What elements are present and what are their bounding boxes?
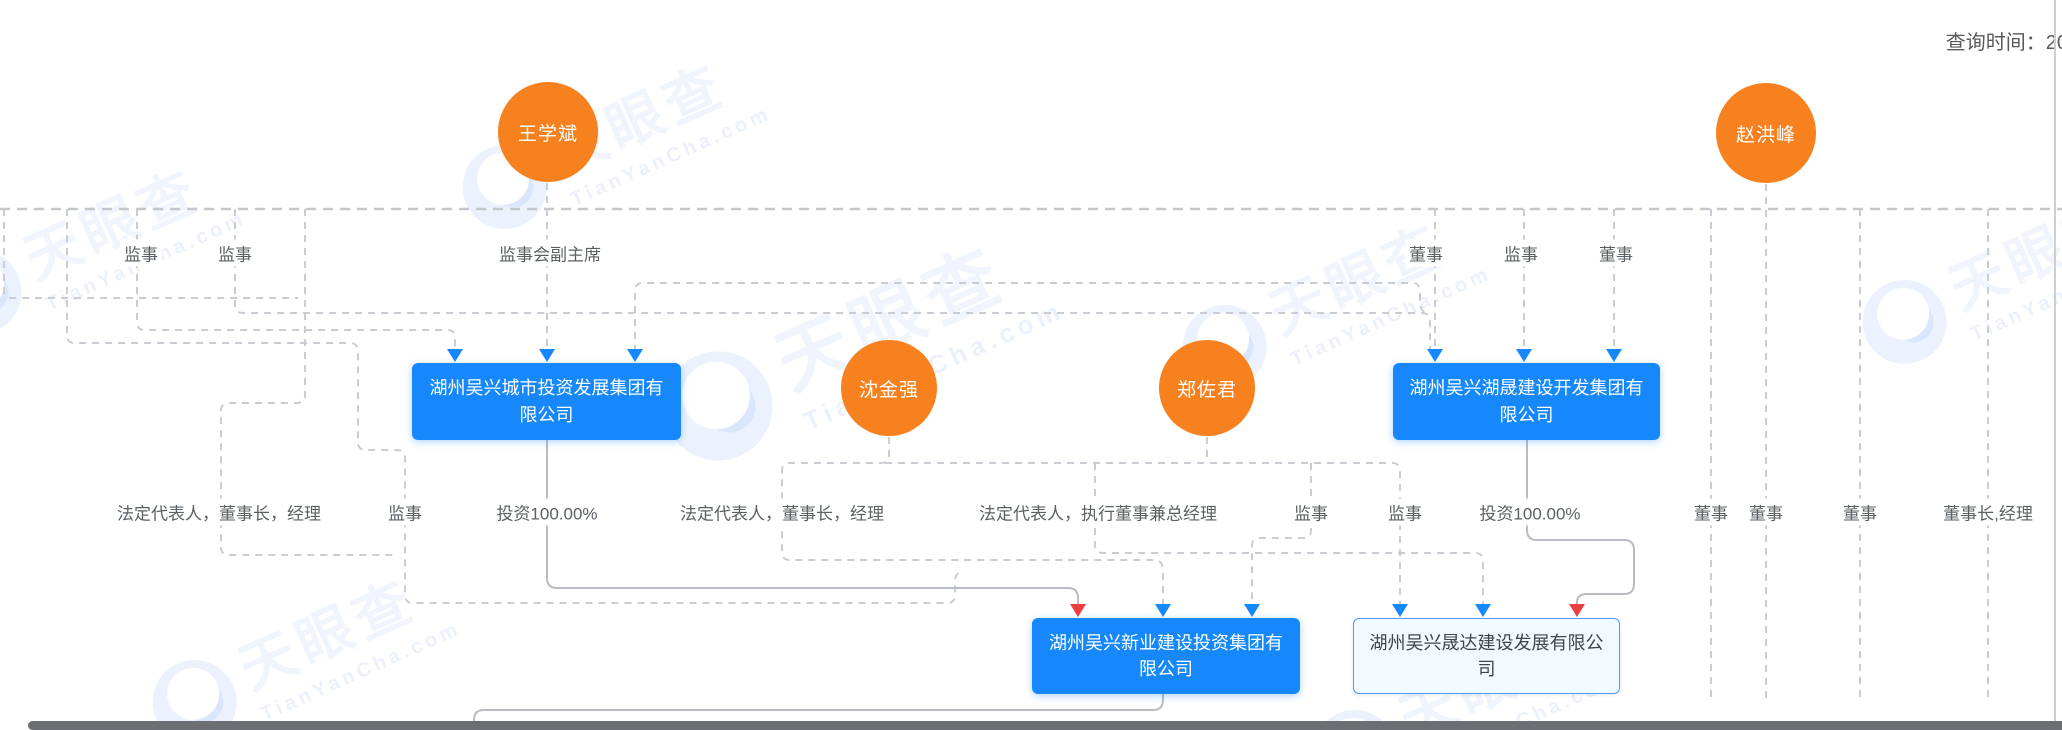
arrow-down-icon [1244,604,1260,617]
relationship-label: 监事 [214,240,256,267]
arrow-down-icon [1070,604,1086,617]
company-node[interactable]: 湖州吴兴新业建设投资集团有限公司 [1032,618,1300,694]
arrow-down-icon [1569,604,1585,617]
arrow-down-icon [1606,349,1622,362]
relationship-label: 投资100.00% [1475,499,1584,526]
arrow-down-icon [539,349,555,362]
arrow-down-icon [1516,349,1532,362]
query-time-text: 查询时间：20 [1946,26,2062,55]
connector [1095,463,1483,608]
relationship-label: 董事 [1405,240,1447,267]
relationship-label: 董事 [1690,499,1732,526]
connector [137,209,455,352]
connector [1252,463,1311,608]
relationship-graph: 天眼查 TianYanCha.com 天眼查 TianYanCha.com 天眼… [0,0,2062,730]
connector [885,463,1400,608]
arrow-down-icon [1427,349,1443,362]
relationship-label: 监事 [120,240,162,267]
panel-right-border [2054,0,2056,730]
connector [635,283,1426,352]
person-node[interactable]: 赵洪峰 [1716,83,1816,183]
relationship-label: 监事 [1500,240,1542,267]
arrow-down-icon [1475,604,1491,617]
relationship-label: 董事 [1595,240,1637,267]
relationship-label: 投资100.00% [492,499,601,526]
relationship-label: 法定代表人，董事长，经理 [676,499,888,526]
person-node[interactable]: 郑佐君 [1159,340,1255,436]
arrow-down-icon [627,349,643,362]
relationship-label: 监事会副主席 [495,240,605,267]
person-node[interactable]: 沈金强 [841,340,937,436]
relationship-label: 监事 [1384,499,1426,526]
relationship-label: 监事 [384,499,426,526]
relationship-label: 法定代表人，董事长，经理 [113,499,325,526]
arrow-down-icon [1392,604,1408,617]
company-node[interactable]: 湖州吴兴城市投资发展集团有限公司 [412,363,681,440]
person-node[interactable]: 王学斌 [498,82,598,182]
arrow-down-icon [447,349,463,362]
relationship-label: 监事 [1290,499,1332,526]
relationship-label: 董事长,经理 [1939,499,2037,526]
horizontal-scrollbar-thumb[interactable] [28,721,2062,730]
company-node[interactable]: 湖州吴兴晟达建设发展有限公司 [1353,618,1620,694]
relationship-label: 法定代表人，执行董事兼总经理 [975,499,1221,526]
arrow-down-icon [1155,604,1171,617]
company-node[interactable]: 湖州吴兴湖晟建设开发集团有限公司 [1393,363,1660,440]
relationship-label: 董事 [1745,499,1787,526]
relationship-label: 董事 [1839,499,1881,526]
